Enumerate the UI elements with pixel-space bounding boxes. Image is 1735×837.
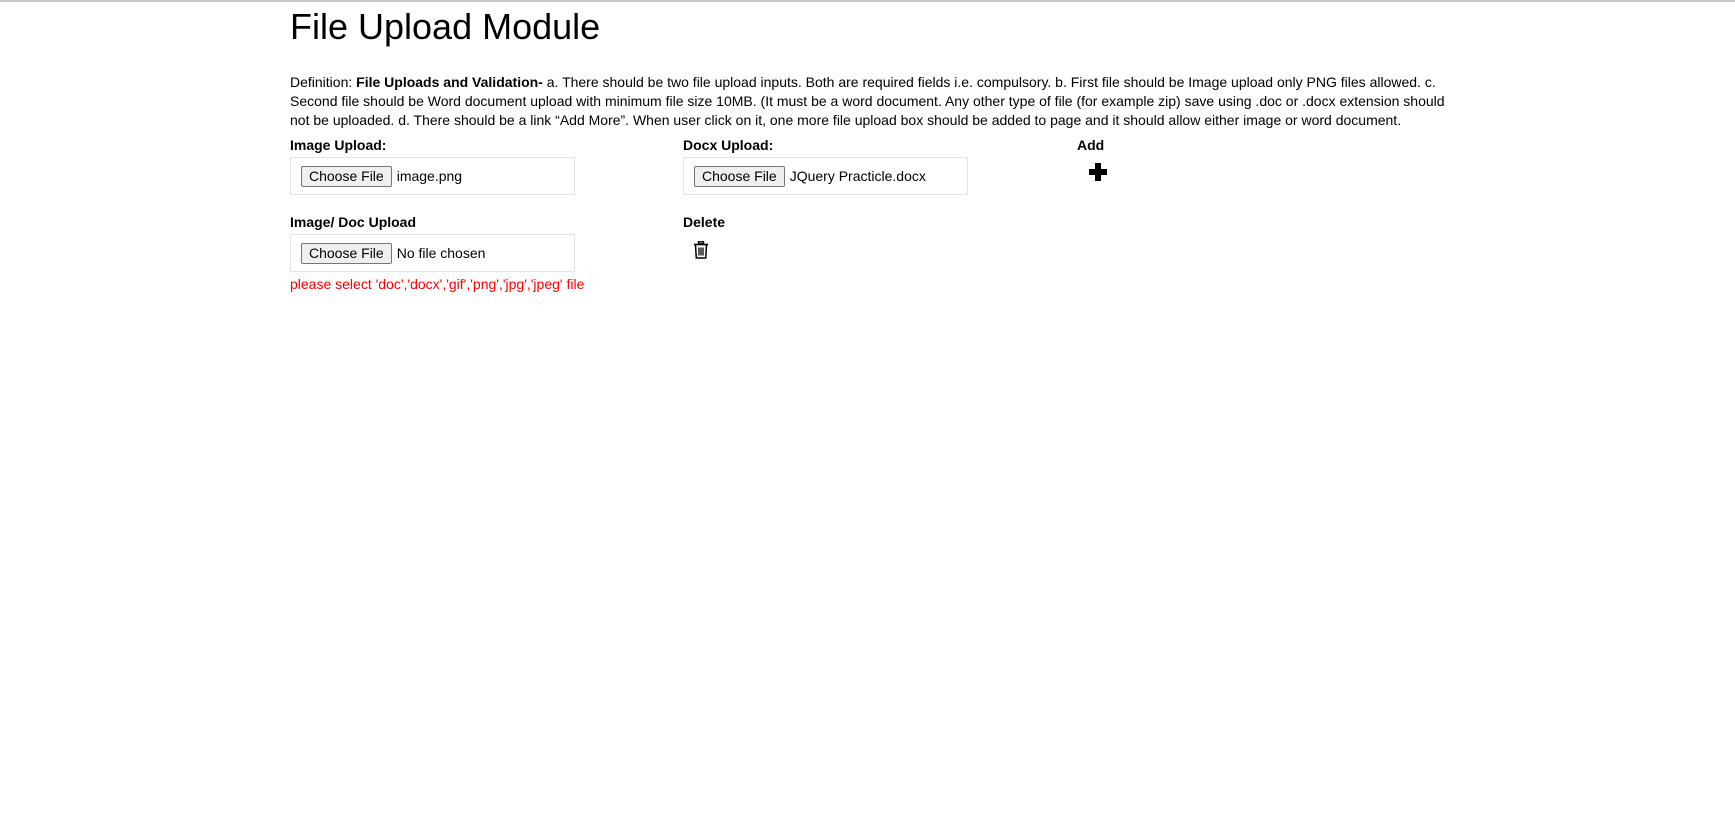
docx-upload-choose-button[interactable]: Choose File	[694, 165, 785, 187]
definition-text: Definition: File Uploads and Validation-…	[290, 73, 1445, 130]
image-doc-upload-choose-button[interactable]: Choose File	[301, 242, 392, 264]
delete-label: Delete	[683, 214, 726, 230]
image-upload-choose-button[interactable]: Choose File	[301, 165, 392, 187]
upload-row-1: Image Upload: Choose File image.png Docx…	[290, 137, 1445, 214]
validation-error-message: please select 'doc','docx','gif','png','…	[290, 276, 585, 292]
image-upload-label: Image Upload:	[290, 137, 387, 153]
plus-icon[interactable]	[1087, 161, 1109, 183]
definition-heading: File Uploads and Validation-	[356, 74, 547, 90]
definition-prefix: Definition:	[290, 74, 357, 90]
add-group: Add	[1077, 137, 1109, 183]
image-doc-upload-file-name: No file chosen	[396, 245, 486, 261]
image-doc-upload-label: Image/ Doc Upload	[290, 214, 417, 230]
image-upload-group: Image Upload: Choose File image.png	[290, 137, 575, 195]
image-doc-upload-group: Image/ Doc Upload Choose File No file ch…	[290, 214, 584, 292]
delete-group: Delete	[683, 214, 725, 259]
image-upload-file-name: image.png	[396, 168, 463, 184]
add-label: Add	[1077, 137, 1105, 153]
docx-upload-label: Docx Upload:	[683, 137, 774, 153]
page-container: File Upload Module Definition: File Uplo…	[290, 0, 1445, 292]
trash-icon[interactable]	[693, 241, 709, 259]
upload-row-2: Image/ Doc Upload Choose File No file ch…	[290, 214, 1445, 292]
page-title: File Upload Module	[290, 6, 601, 47]
docx-upload-field: Choose File JQuery Practicle.docx	[683, 157, 968, 195]
image-upload-field: Choose File image.png	[290, 157, 575, 195]
docx-upload-group: Docx Upload: Choose File JQuery Practicl…	[683, 137, 968, 195]
docx-upload-file-name: JQuery Practicle.docx	[789, 168, 926, 184]
image-doc-upload-field: Choose File No file chosen	[290, 234, 575, 272]
